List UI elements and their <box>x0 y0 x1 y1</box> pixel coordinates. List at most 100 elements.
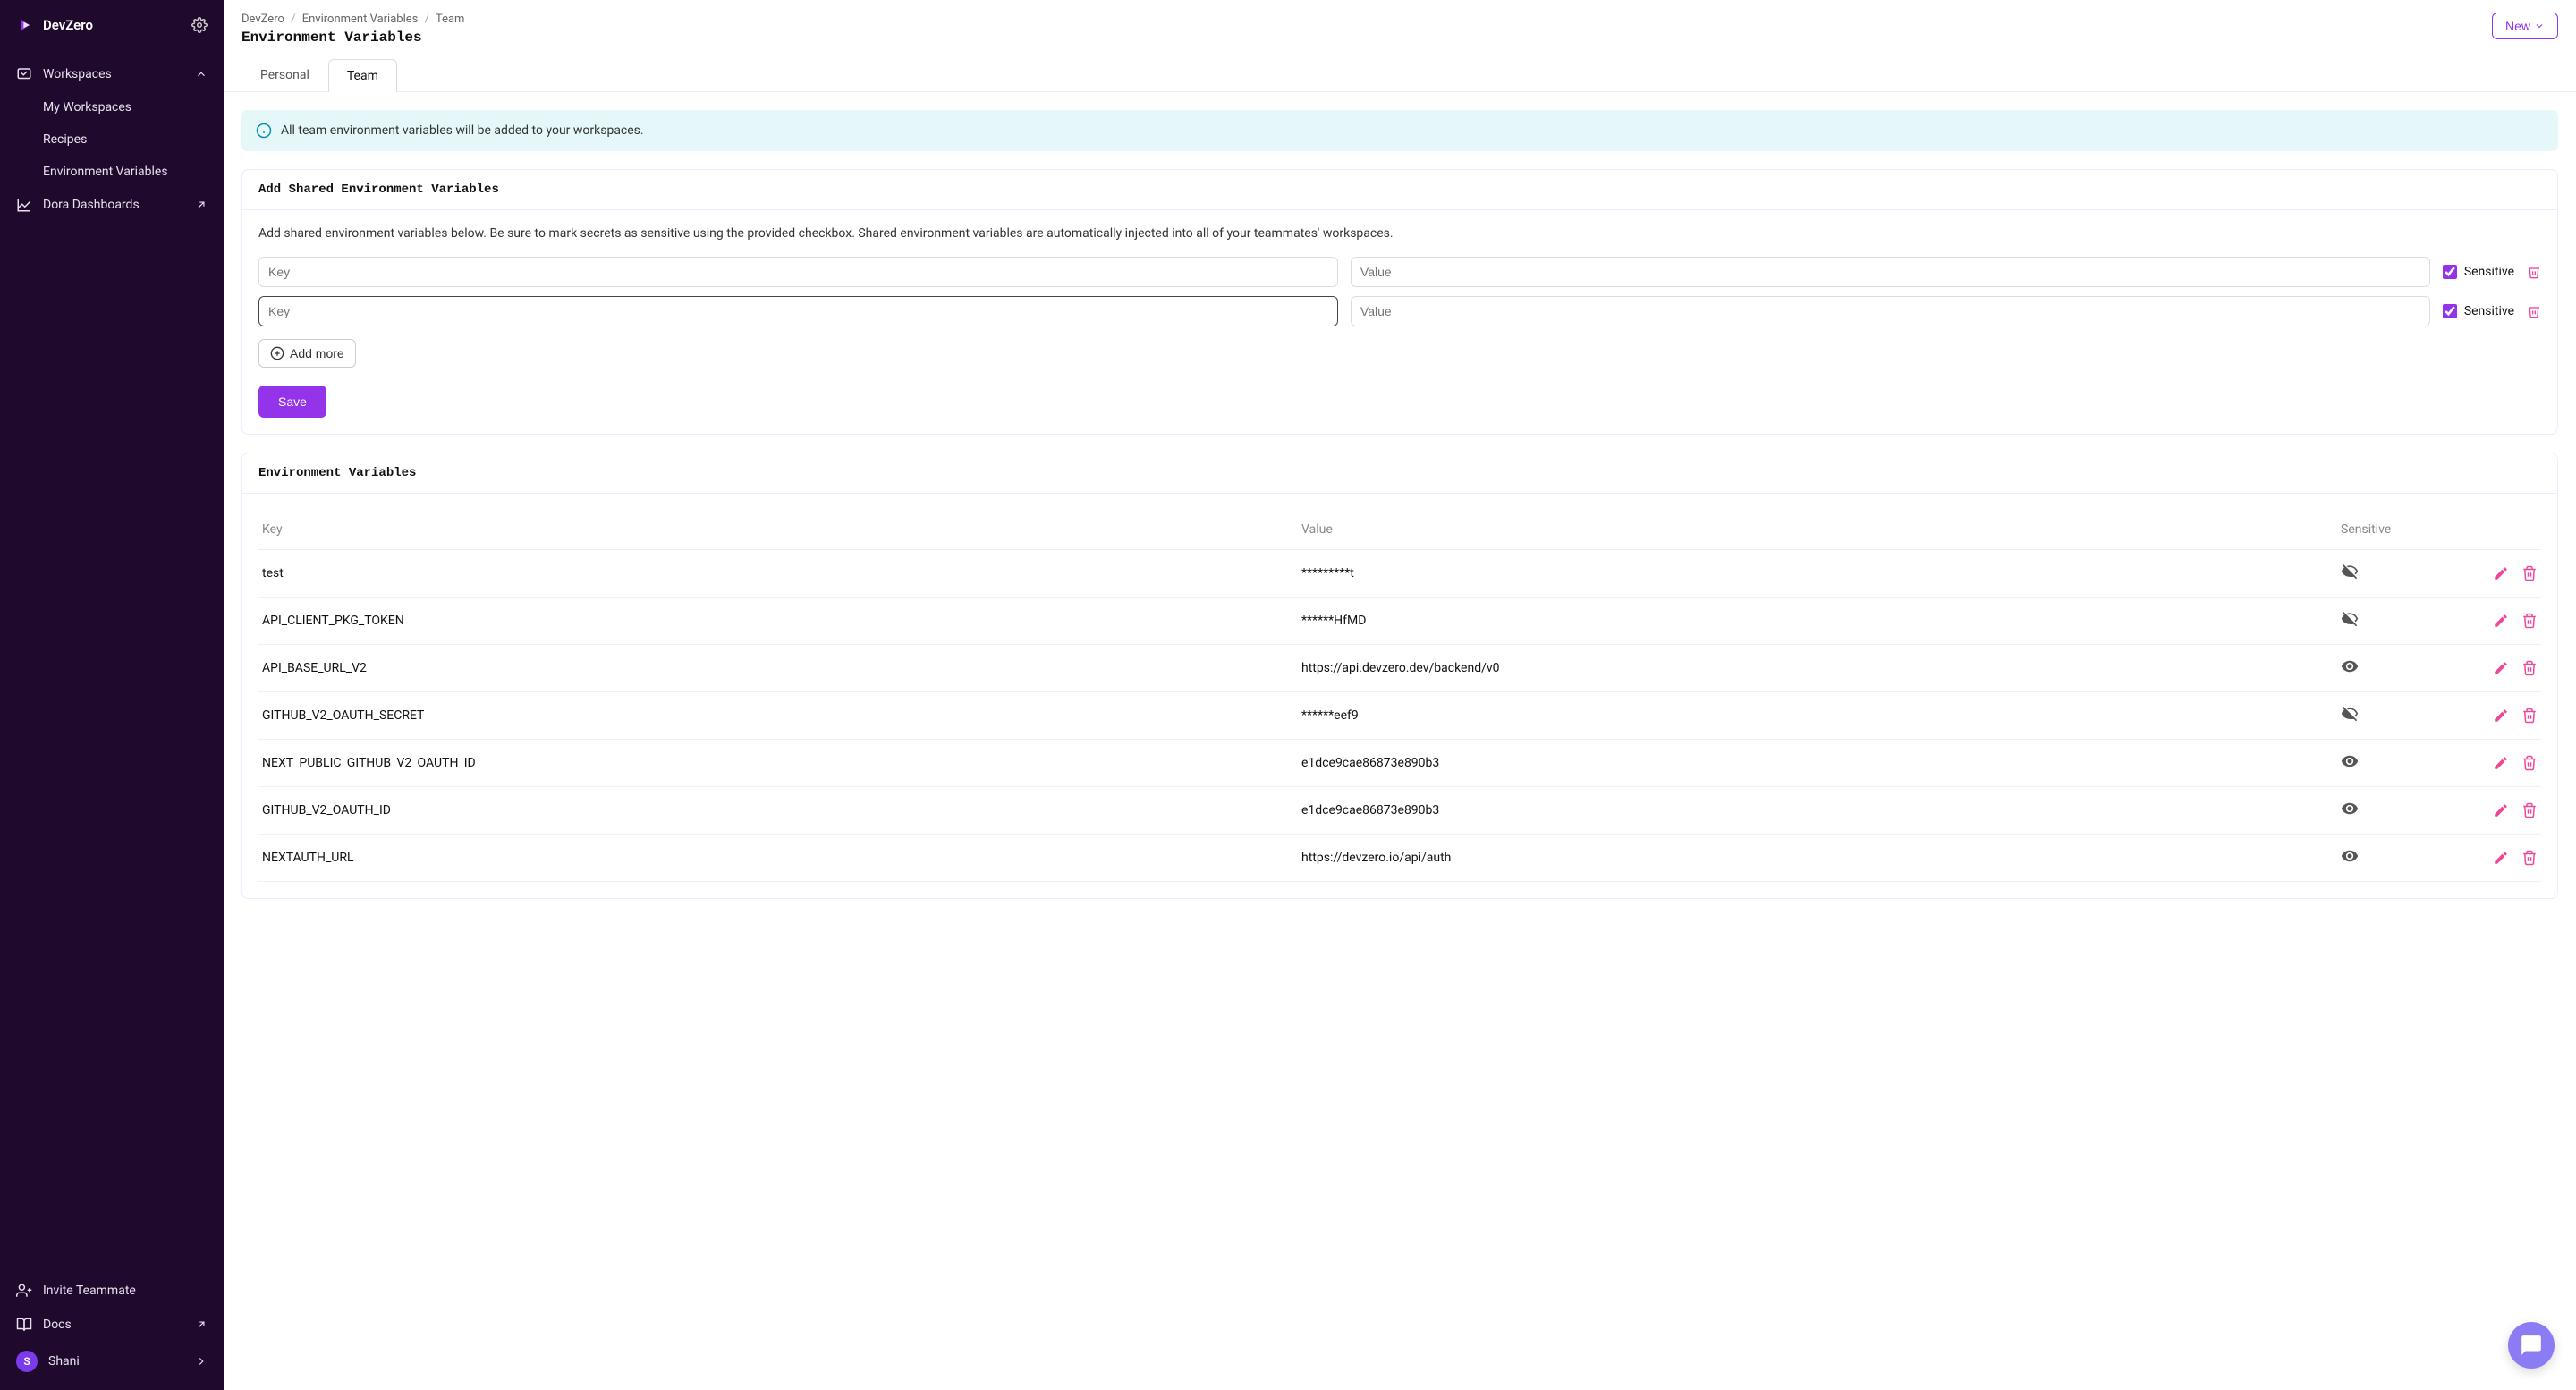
cell-actions <box>2448 613 2538 629</box>
cell-actions <box>2448 660 2538 676</box>
logo[interactable]: DevZero <box>16 16 93 34</box>
page-title: Environment Variables <box>242 30 464 46</box>
book-icon <box>16 1317 32 1333</box>
topbar: DevZero / Environment Variables / Team E… <box>224 0 2576 46</box>
table-row: NEXT_PUBLIC_GITHUB_V2_OAUTH_IDe1dce9cae8… <box>258 740 2541 787</box>
breadcrumb-sep: / <box>425 13 429 26</box>
trash-icon[interactable] <box>2521 755 2538 771</box>
add-more-label: Add more <box>290 346 344 360</box>
chevron-right-icon <box>195 1355 208 1368</box>
sensitive-checkbox[interactable] <box>2443 304 2457 318</box>
breadcrumb-link[interactable]: Environment Variables <box>302 13 419 26</box>
kv-row: Sensitive <box>258 257 2541 287</box>
col-sensitive: Sensitive <box>2341 522 2448 537</box>
sidebar-item-invite[interactable]: Invite Teammate <box>0 1274 224 1308</box>
trash-icon[interactable] <box>2521 613 2538 629</box>
cell-actions <box>2448 565 2538 581</box>
cell-sensitive <box>2341 705 2448 726</box>
trash-icon[interactable] <box>2521 850 2538 866</box>
key-input-wrap <box>258 257 1338 287</box>
cell-key: API_CLIENT_PKG_TOKEN <box>262 614 1301 628</box>
edit-icon[interactable] <box>2493 565 2509 581</box>
cell-value: https://devzero.io/api/auth <box>1301 851 2341 865</box>
avatar-initial: S <box>23 1355 30 1368</box>
eye-off-icon[interactable] <box>2341 705 2359 723</box>
add-card-body: Add shared environment variables below. … <box>242 210 2557 434</box>
eye-icon[interactable] <box>2341 657 2359 675</box>
workspaces-icon <box>16 66 32 82</box>
save-button[interactable]: Save <box>258 386 326 418</box>
list-card: Environment Variables Key Value Sensitiv… <box>242 453 2558 899</box>
external-link-icon <box>195 199 208 211</box>
tab-team[interactable]: Team <box>328 59 397 92</box>
trash-icon[interactable] <box>2521 708 2538 724</box>
user-name: Shani <box>48 1354 80 1369</box>
edit-icon[interactable] <box>2493 802 2509 818</box>
settings-icon[interactable] <box>191 17 208 33</box>
content-scroll[interactable]: All team environment variables will be a… <box>224 92 2576 1390</box>
chat-widget[interactable] <box>2508 1322 2555 1369</box>
trash-icon[interactable] <box>2521 565 2538 581</box>
key-input-wrap <box>258 296 1338 326</box>
edit-icon[interactable] <box>2493 755 2509 771</box>
eye-icon[interactable] <box>2341 800 2359 818</box>
cell-sensitive <box>2341 610 2448 631</box>
sidebar-item-user[interactable]: S Shani <box>0 1342 224 1381</box>
cell-actions <box>2448 708 2538 724</box>
sensitive-wrap: Sensitive <box>2443 265 2514 279</box>
sidebar-item-dora[interactable]: Dora Dashboards <box>0 188 224 222</box>
value-input[interactable] <box>1351 257 2430 287</box>
sidebar-item-docs[interactable]: Docs <box>0 1308 224 1342</box>
cell-key: GITHUB_V2_OAUTH_SECRET <box>262 708 1301 723</box>
sidebar-item-recipes[interactable]: Recipes <box>43 123 224 156</box>
cell-value: ******HfMD <box>1301 614 2341 628</box>
breadcrumb-current: Team <box>436 13 465 26</box>
sidebar: DevZero Workspaces My Workspaces Recipes… <box>0 0 224 1390</box>
info-banner: All team environment variables will be a… <box>242 110 2558 151</box>
nav-label: Invite Teammate <box>43 1284 136 1298</box>
sensitive-label: Sensitive <box>2464 265 2514 279</box>
table-row: API_BASE_URL_V2https://api.devzero.dev/b… <box>258 645 2541 692</box>
cell-value: https://api.devzero.dev/backend/v0 <box>1301 661 2341 675</box>
eye-off-icon[interactable] <box>2341 610 2359 628</box>
tabs: Personal Team <box>224 58 2576 92</box>
trash-icon[interactable] <box>2521 660 2538 676</box>
chevron-down-icon <box>2534 21 2545 31</box>
delete-row-icon[interactable] <box>2527 304 2541 318</box>
edit-icon[interactable] <box>2493 613 2509 629</box>
cell-actions <box>2448 802 2538 818</box>
edit-icon[interactable] <box>2493 708 2509 724</box>
list-card-body: Key Value Sensitive test*********tAPI_CL… <box>242 494 2557 898</box>
nav-label: Workspaces <box>43 67 112 81</box>
cell-actions <box>2448 755 2538 771</box>
col-key: Key <box>262 522 1301 537</box>
sidebar-item-workspaces[interactable]: Workspaces <box>0 57 224 91</box>
add-card-desc: Add shared environment variables below. … <box>258 226 2541 241</box>
edit-icon[interactable] <box>2493 850 2509 866</box>
key-input[interactable] <box>258 296 1338 326</box>
nav-label: My Workspaces <box>43 100 131 114</box>
delete-row-icon[interactable] <box>2527 265 2541 279</box>
value-input-wrap <box>1351 257 2430 287</box>
external-link-icon <box>195 1318 208 1331</box>
new-button[interactable]: New <box>2492 13 2558 39</box>
trash-icon[interactable] <box>2521 802 2538 818</box>
tab-personal[interactable]: Personal <box>242 58 328 91</box>
kv-row: Sensitive <box>258 296 2541 326</box>
new-button-label: New <box>2505 19 2530 33</box>
info-icon <box>256 123 272 139</box>
eye-off-icon[interactable] <box>2341 563 2359 581</box>
sensitive-checkbox[interactable] <box>2443 265 2457 279</box>
add-more-button[interactable]: Add more <box>258 339 356 368</box>
sidebar-item-my-workspaces[interactable]: My Workspaces <box>43 91 224 123</box>
edit-icon[interactable] <box>2493 660 2509 676</box>
cell-key: test <box>262 566 1301 581</box>
cell-sensitive <box>2341 752 2448 774</box>
value-input[interactable] <box>1351 296 2430 326</box>
chart-icon <box>16 197 32 213</box>
sidebar-item-env-vars[interactable]: Environment Variables <box>43 156 224 188</box>
breadcrumb-link[interactable]: DevZero <box>242 13 284 26</box>
eye-icon[interactable] <box>2341 847 2359 865</box>
key-input[interactable] <box>258 257 1338 287</box>
eye-icon[interactable] <box>2341 752 2359 770</box>
